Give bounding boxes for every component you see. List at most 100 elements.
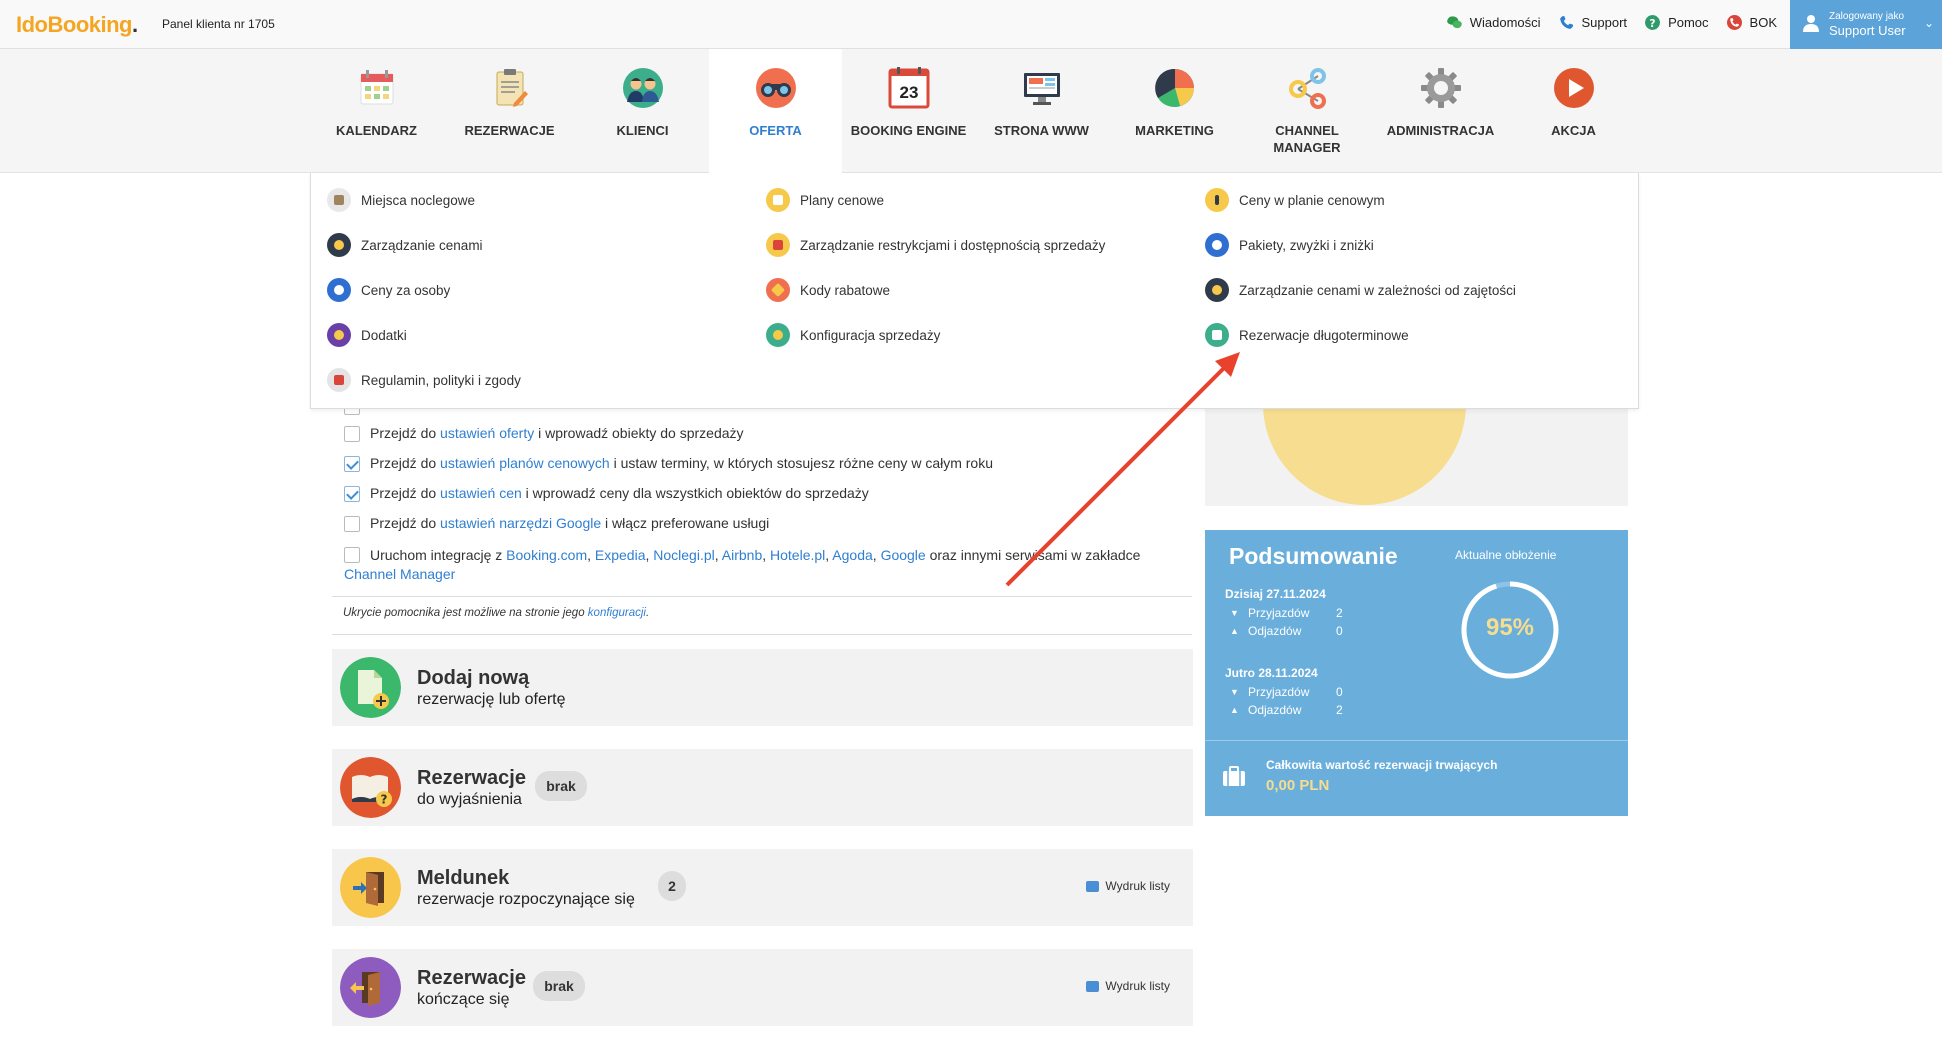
nav-oferta[interactable]: OFERTA	[709, 49, 842, 175]
summary-panel: Podsumowanie Aktualne obłożenie Dzisiaj …	[1205, 530, 1628, 816]
card-add-new[interactable]: Dodaj nową rezerwację lub ofertę	[332, 649, 1193, 726]
card-subtitle: kończące się	[417, 991, 510, 1008]
agoda-link[interactable]: Agoda	[832, 547, 872, 563]
menu-item-label: Zarządzanie cenami	[361, 237, 483, 253]
support-label: Support	[1581, 15, 1628, 30]
menu-item-ceny-w-planie[interactable]: Ceny w planie cenowym	[1205, 188, 1385, 212]
checklist-link[interactable]: ustawień oferty	[440, 425, 534, 441]
nav-kalendarz[interactable]: KALENDARZ	[310, 49, 443, 173]
tomorrow-arrivals-row: ▼ Przyjazdów 0	[1230, 685, 1343, 699]
menu-item-miejsca-noclegowe[interactable]: Miejsca noclegowe	[327, 188, 475, 212]
checklist-text: Uruchom integrację z	[370, 547, 507, 563]
nav-administracja[interactable]: ADMINISTRACJA	[1374, 49, 1507, 173]
menu-item-kody-rabatowe[interactable]: Kody rabatowe	[766, 278, 890, 302]
checkbox[interactable]	[344, 547, 360, 563]
checkbox-checked[interactable]	[344, 486, 360, 502]
checklist-link[interactable]: ustawień cen	[440, 485, 522, 501]
card-check-out[interactable]: Rezerwacje kończące się brak Wydruk list…	[332, 949, 1193, 1026]
price-plan-icon	[766, 188, 790, 212]
checklist-text: Przejdź do	[370, 425, 441, 441]
checkbox[interactable]	[344, 426, 360, 442]
nav-klienci[interactable]: KLIENCI	[576, 49, 709, 173]
card-check-in[interactable]: Meldunek rezerwacje rozpoczynające się 2…	[332, 849, 1193, 926]
occupancy-value: 95%	[1485, 614, 1535, 641]
menu-item-ceny-za-osoby[interactable]: Ceny za osoby	[327, 278, 450, 302]
menu-item-label: Dodatki	[361, 327, 407, 343]
menu-item-label: Rezerwacje długoterminowe	[1239, 327, 1409, 343]
menu-item-label: Konfiguracja sprzedaży	[800, 327, 941, 343]
menu-item-restrykcje[interactable]: Zarządzanie restrykcjami i dostępnością …	[766, 233, 1105, 257]
nav-label: REZERWACJE	[464, 123, 555, 138]
summary-title: Podsumowanie	[1229, 543, 1398, 569]
print-list-button[interactable]: Wydruk listy	[1086, 979, 1170, 993]
bok-link[interactable]: BOK	[1726, 15, 1777, 30]
nav-akcja[interactable]: AKCJA	[1507, 49, 1640, 173]
logo-booking: Booking	[47, 12, 133, 37]
svg-text:?: ?	[381, 793, 388, 807]
nav-rezerwacje[interactable]: REZERWACJE	[443, 49, 576, 173]
chat-icon	[1446, 16, 1462, 29]
google-link[interactable]: Google	[881, 547, 926, 563]
oferta-dropdown: Miejsca noclegowe Zarządzanie cenami Cen…	[310, 173, 1639, 409]
pie-chart-icon	[1155, 68, 1194, 107]
menu-item-dodatki[interactable]: Dodatki	[327, 323, 407, 347]
departures-label: Odjazdów	[1248, 703, 1302, 717]
checklist-link[interactable]: ustawień planów cenowych	[440, 455, 610, 471]
menu-item-plany-cenowe[interactable]: Plany cenowe	[766, 188, 884, 212]
user-logged-as: Zalogowany jako	[1829, 11, 1905, 22]
nav-channel-manager[interactable]: CHANNEL MANAGER	[1241, 49, 1374, 173]
card-reservations-to-clarify[interactable]: ? Rezerwacje do wyjaśnienia brak	[332, 749, 1193, 826]
checklist-item-integration: Uruchom integrację z Booking.com, Expedi…	[344, 545, 1174, 565]
printer-icon	[1086, 880, 1100, 892]
idobooking-logo[interactable]: IdoBooking.	[16, 12, 138, 38]
messages-link[interactable]: Wiadomości	[1446, 15, 1541, 30]
support-link[interactable]: Support	[1559, 15, 1628, 30]
checkbox-checked[interactable]	[344, 456, 360, 472]
booking-com-link[interactable]: Booking.com	[506, 547, 587, 563]
checklist-text: Przejdź do	[370, 455, 441, 471]
menu-item-pakiety[interactable]: Pakiety, zwyżki i zniżki	[1205, 233, 1374, 257]
share-icon	[1289, 68, 1326, 109]
checklist-text: oraz innymi serwisami w zakładce	[925, 547, 1141, 563]
count-badge: brak	[535, 771, 587, 801]
print-label: Wydruk listy	[1105, 979, 1170, 993]
phone-red-icon	[1726, 15, 1742, 30]
nav-strona-www[interactable]: STRONA WWW	[975, 49, 1108, 173]
arrow-down-icon: ▼	[1230, 608, 1239, 618]
user-menu[interactable]: Zalogowany jako Support User ⌄	[1790, 0, 1942, 49]
nav-marketing[interactable]: MARKETING	[1108, 49, 1241, 173]
svg-text:?: ?	[1649, 17, 1655, 30]
expedia-link[interactable]: Expedia	[595, 547, 646, 563]
checkbox[interactable]	[344, 516, 360, 532]
nav-booking-engine[interactable]: 23 BOOKING ENGINE	[842, 49, 975, 173]
occupancy-chart-panel	[1205, 400, 1628, 506]
menu-item-rezerwacje-dlugoterminowe[interactable]: Rezerwacje długoterminowe	[1205, 323, 1409, 347]
menu-item-zarzadzanie-cenami[interactable]: Zarządzanie cenami	[327, 233, 483, 257]
top-links: Wiadomości Support ? Pomoc BOK	[1446, 15, 1777, 30]
help-link[interactable]: ? Pomoc	[1645, 15, 1709, 30]
arrow-up-icon: ▲	[1230, 705, 1239, 715]
nav-label: OFERTA	[749, 123, 802, 138]
nav-label: KLIENCI	[616, 123, 669, 138]
main-nav: KALENDARZ REZERWACJE KLIENCI OFERTA 23 B…	[0, 49, 1942, 175]
checklist-link[interactable]: ustawień narzędzi Google	[440, 515, 601, 531]
card-subtitle: do wyjaśnienia	[417, 791, 522, 808]
config-link[interactable]: konfiguracji	[588, 607, 646, 619]
today-departures-row: ▲ Odjazdów 0	[1230, 624, 1343, 638]
channel-manager-link[interactable]: Channel Manager	[344, 566, 455, 582]
gear-icon	[1421, 68, 1461, 108]
menu-item-regulamin[interactable]: Regulamin, polityki i zgody	[327, 368, 521, 392]
checklist-text: Przejdź do	[370, 515, 441, 531]
panel-number: Panel klienta nr 1705	[162, 17, 275, 31]
binoculars-icon	[756, 68, 796, 108]
messages-label: Wiadomości	[1469, 15, 1541, 30]
noclegi-link[interactable]: Noclegi.pl	[653, 547, 714, 563]
menu-item-konfiguracja-sprzedazy[interactable]: Konfiguracja sprzedaży	[766, 323, 940, 347]
menu-item-ceny-zajetosc[interactable]: Zarządzanie cenami w zależności od zajęt…	[1205, 278, 1516, 302]
arrivals-count: 0	[1336, 685, 1343, 699]
hotele-link[interactable]: Hotele.pl	[770, 547, 825, 563]
checklist-text: i wprowadź obiekty do sprzedaży	[534, 425, 744, 441]
airbnb-link[interactable]: Airbnb	[722, 547, 762, 563]
checklist-item: Przejdź do ustawień narzędzi Google i wł…	[344, 515, 769, 532]
print-list-button[interactable]: Wydruk listy	[1086, 879, 1170, 893]
